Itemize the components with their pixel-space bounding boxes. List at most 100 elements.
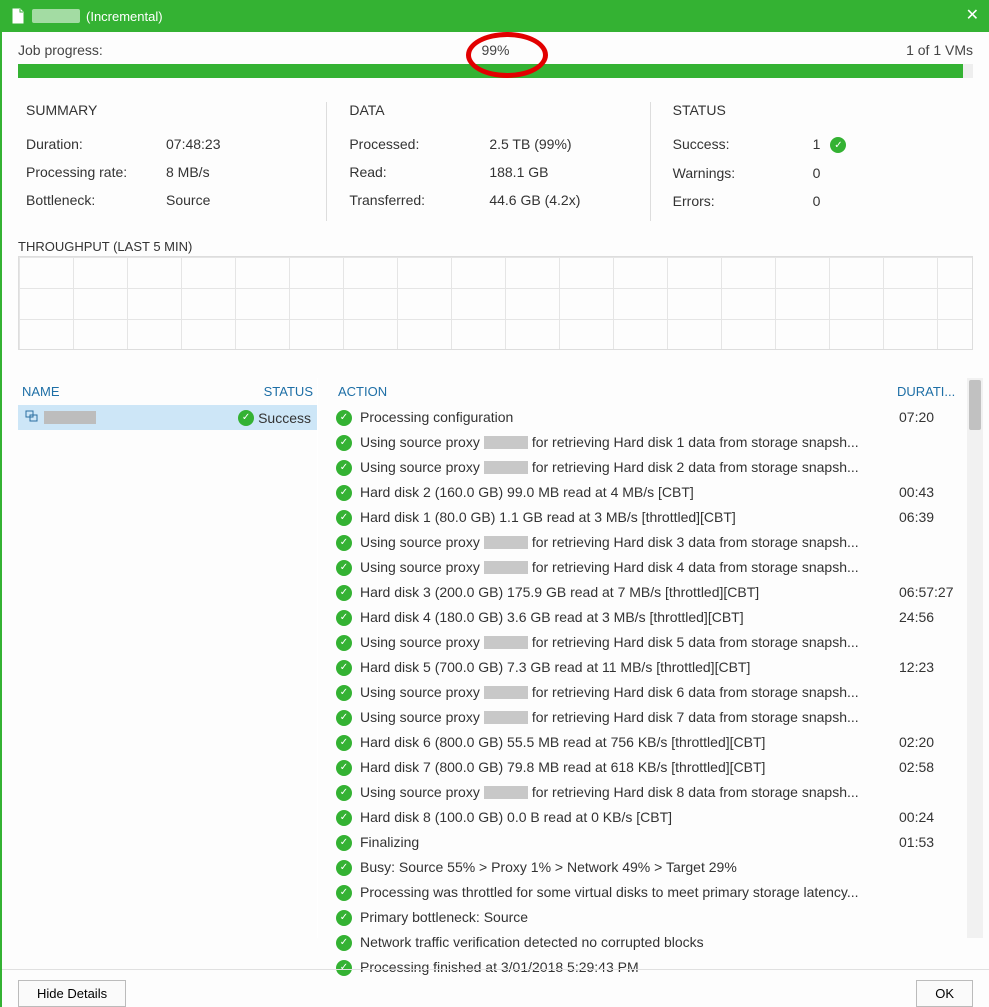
read-label: Read: xyxy=(349,164,489,180)
action-text: Processing was throttled for some virtua… xyxy=(360,882,899,903)
vm-icon xyxy=(24,408,40,427)
action-row[interactable]: ✓ Using source proxy for retrieving Hard … xyxy=(336,455,979,480)
check-icon: ✓ xyxy=(336,410,352,426)
check-icon: ✓ xyxy=(336,435,352,451)
errors-value: 0 xyxy=(813,193,821,209)
action-text: Using source proxy for retrieving Hard d… xyxy=(360,632,899,653)
check-icon: ✓ xyxy=(336,610,352,626)
check-icon: ✓ xyxy=(336,910,352,926)
errors-label: Errors: xyxy=(673,193,813,209)
check-icon: ✓ xyxy=(336,785,352,801)
check-icon: ✓ xyxy=(336,635,352,651)
action-text: Hard disk 5 (700.0 GB) 7.3 GB read at 11… xyxy=(360,657,899,678)
action-log: ACTION DURATI... ✓Processing configurati… xyxy=(318,378,983,938)
status-heading: STATUS xyxy=(673,102,973,118)
check-icon: ✓ xyxy=(336,460,352,476)
action-row[interactable]: ✓ Using source proxy for retrieving Hard … xyxy=(336,530,979,555)
action-row[interactable]: ✓Hard disk 3 (200.0 GB) 175.9 GB read at… xyxy=(336,580,979,605)
vm-name-redacted xyxy=(44,411,96,424)
transferred-label: Transferred: xyxy=(349,192,489,208)
processed-value: 2.5 TB (99%) xyxy=(489,136,571,152)
scroll-thumb[interactable] xyxy=(969,380,981,430)
check-icon: ✓ xyxy=(336,485,352,501)
action-row[interactable]: ✓Using source proxy for retrieving Hard … xyxy=(336,780,979,805)
action-row[interactable]: ✓ Processing was throttled for some virtu… xyxy=(336,880,979,905)
action-row[interactable]: ✓Using source proxy for retrieving Hard … xyxy=(336,680,979,705)
check-icon: ✓ xyxy=(336,585,352,601)
vm-row[interactable]: ✓ Success xyxy=(18,405,317,430)
progress-percent: 99% xyxy=(481,42,509,58)
check-icon: ✓ xyxy=(830,137,846,153)
ok-button[interactable]: OK xyxy=(916,980,973,1007)
check-icon: ✓ xyxy=(336,935,352,951)
action-text: Using source proxy for retrieving Hard d… xyxy=(360,432,899,453)
stats-panel: SUMMARY Duration:07:48:23 Processing rat… xyxy=(18,102,973,221)
action-row[interactable]: ✓Hard disk 4 (180.0 GB) 3.6 GB read at 3… xyxy=(336,605,979,630)
check-icon: ✓ xyxy=(336,835,352,851)
proxy-name-redacted xyxy=(484,786,528,799)
footer: Hide Details OK xyxy=(2,969,989,1007)
success-label: Success: xyxy=(673,136,813,153)
action-row[interactable]: ✓Using source proxy for retrieving Hard … xyxy=(336,555,979,580)
action-row[interactable]: ✓ Using source proxy for retrieving Hard … xyxy=(336,705,979,730)
action-text: Hard disk 7 (800.0 GB) 79.8 MB read at 6… xyxy=(360,757,899,778)
check-icon: ✓ xyxy=(336,685,352,701)
check-icon: ✓ xyxy=(336,710,352,726)
action-row[interactable]: ✓ Hard disk 5 (700.0 GB) 7.3 GB read at 1… xyxy=(336,655,979,680)
success-value: 1✓ xyxy=(813,136,847,153)
warnings-value: 0 xyxy=(813,165,821,181)
rate-label: Processing rate: xyxy=(26,164,166,180)
check-icon: ✓ xyxy=(238,410,254,426)
action-column-header[interactable]: ACTION xyxy=(338,384,897,399)
duration-label: Duration: xyxy=(26,136,166,152)
status-column-header[interactable]: STATUS xyxy=(264,384,313,399)
check-icon: ✓ xyxy=(336,535,352,551)
job-name-redacted xyxy=(32,9,80,23)
action-text: Using source proxy for retrieving Hard d… xyxy=(360,457,899,478)
action-row[interactable]: ✓ Primary bottleneck: Source xyxy=(336,905,979,930)
processed-label: Processed: xyxy=(349,136,489,152)
action-text: Primary bottleneck: Source xyxy=(360,907,899,928)
hide-details-button[interactable]: Hide Details xyxy=(18,980,126,1007)
check-icon: ✓ xyxy=(336,660,352,676)
action-text: Hard disk 8 (100.0 GB) 0.0 B read at 0 K… xyxy=(360,807,899,828)
duration-column-header[interactable]: DURATI... xyxy=(897,384,977,399)
data-col: DATA Processed:2.5 TB (99%) Read:188.1 G… xyxy=(326,102,649,221)
read-value: 188.1 GB xyxy=(489,164,548,180)
action-text: Hard disk 1 (80.0 GB) 1.1 GB read at 3 M… xyxy=(360,507,899,528)
action-row[interactable]: ✓Hard disk 2 (160.0 GB) 99.0 MB read at … xyxy=(336,480,979,505)
action-row[interactable]: ✓ Using source proxy for retrieving Hard … xyxy=(336,430,979,455)
titlebar: (Incremental) ✕ xyxy=(2,0,989,32)
progress-row: Job progress: 99% 1 of 1 VMs xyxy=(2,32,989,62)
action-text: Using source proxy for retrieving Hard d… xyxy=(360,707,899,728)
warnings-label: Warnings: xyxy=(673,165,813,181)
vm-status: Success xyxy=(258,410,311,426)
action-row[interactable]: ✓Hard disk 7 (800.0 GB) 79.8 MB read at … xyxy=(336,755,979,780)
close-icon[interactable]: ✕ xyxy=(966,8,979,24)
check-icon: ✓ xyxy=(336,810,352,826)
action-list: ✓Processing configuration07:20✓Using sou… xyxy=(336,405,979,980)
action-row[interactable]: ✓ Hard disk 8 (100.0 GB) 0.0 B read at 0 … xyxy=(336,805,979,830)
action-row[interactable]: ✓Processing configuration07:20 xyxy=(336,405,979,430)
action-row[interactable]: ✓Network traffic verification detected n… xyxy=(336,930,979,955)
bottleneck-value: Source xyxy=(166,192,210,208)
summary-heading: SUMMARY xyxy=(26,102,326,118)
check-icon: ✓ xyxy=(336,885,352,901)
scrollbar[interactable] xyxy=(967,378,983,938)
summary-col: SUMMARY Duration:07:48:23 Processing rat… xyxy=(18,102,326,221)
action-row[interactable]: ✓Busy: Source 55% > Proxy 1% > Network 4… xyxy=(336,855,979,880)
proxy-name-redacted xyxy=(484,461,528,474)
proxy-name-redacted xyxy=(484,636,528,649)
action-text: Hard disk 6 (800.0 GB) 55.5 MB read at 7… xyxy=(360,732,899,753)
throughput-chart xyxy=(18,256,973,350)
action-row[interactable]: ✓Hard disk 1 (80.0 GB) 1.1 GB read at 3 … xyxy=(336,505,979,530)
action-text: Using source proxy for retrieving Hard d… xyxy=(360,532,899,553)
action-row[interactable]: ✓Hard disk 6 (800.0 GB) 55.5 MB read at … xyxy=(336,730,979,755)
rate-value: 8 MB/s xyxy=(166,164,210,180)
job-type: (Incremental) xyxy=(86,9,163,24)
action-row[interactable]: ✓Finalizing01:53 xyxy=(336,830,979,855)
action-row[interactable]: ✓ Using source proxy for retrieving Hard … xyxy=(336,630,979,655)
name-column-header[interactable]: NAME xyxy=(22,384,264,399)
check-icon: ✓ xyxy=(336,860,352,876)
action-text: Finalizing xyxy=(360,832,899,853)
